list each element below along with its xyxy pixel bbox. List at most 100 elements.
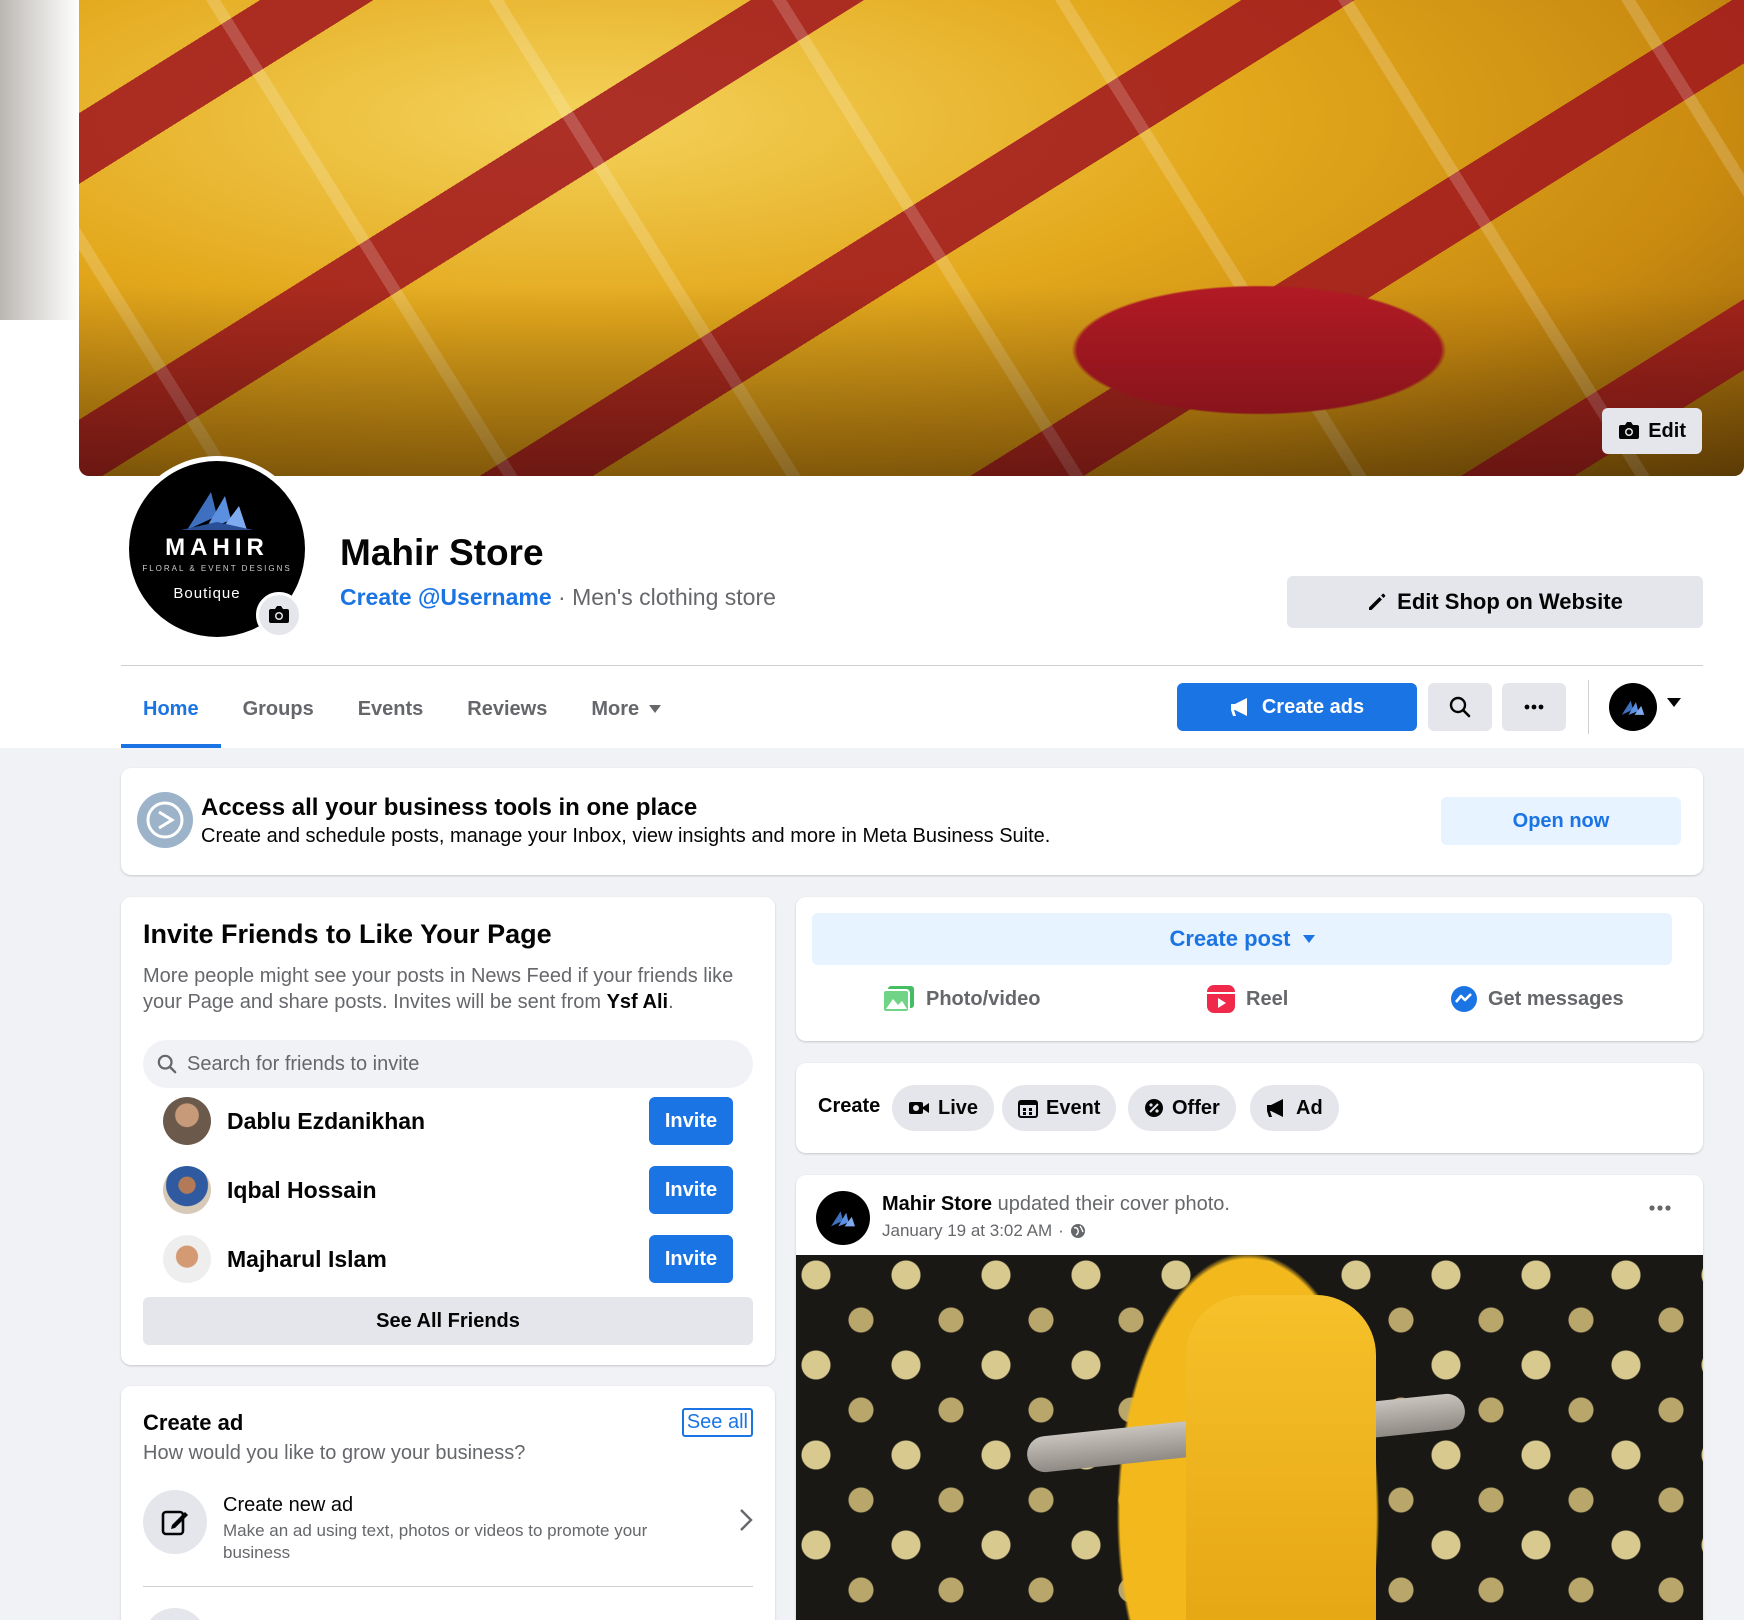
- create-ad-card: Create ad See all How would you like to …: [121, 1386, 775, 1620]
- post-action: updated their cover photo.: [992, 1193, 1230, 1215]
- page-tabs: Home Groups Events Reviews More: [121, 670, 683, 748]
- page-switcher-avatar[interactable]: [1609, 683, 1657, 731]
- ad-chip[interactable]: Ad: [1250, 1085, 1339, 1131]
- tab-events[interactable]: Events: [336, 670, 446, 748]
- create-actions-card: Create Live Event Offer Ad: [796, 1063, 1703, 1153]
- tab-label: Reviews: [467, 697, 548, 720]
- post-timestamp[interactable]: January 19 at 3:02 AM: [882, 1221, 1052, 1241]
- page-subtitle: Create @Username · Men's clothing store: [340, 584, 776, 611]
- messenger-icon: [1451, 986, 1477, 1012]
- friend-search-input[interactable]: Search for friends to invite: [143, 1040, 753, 1088]
- search-button[interactable]: [1428, 683, 1492, 731]
- post-photo[interactable]: [796, 1255, 1703, 1620]
- option-label: Reel: [1246, 987, 1289, 1010]
- friend-name[interactable]: Iqbal Hossain: [227, 1177, 649, 1204]
- banner-description: Create and schedule posts, manage your I…: [201, 825, 1051, 847]
- caret-down-icon: [649, 705, 662, 713]
- cover-update-post: Mahir Store updated their cover photo. J…: [796, 1175, 1703, 1620]
- logo-word: MAHIR: [165, 534, 269, 561]
- left-gutter: [0, 0, 80, 320]
- see-all-link[interactable]: See all: [681, 1408, 753, 1437]
- invite-button[interactable]: Invite: [649, 1235, 733, 1283]
- edit-cover-label: Edit: [1648, 419, 1686, 442]
- post-header: Mahir Store updated their cover photo.: [882, 1193, 1230, 1216]
- offer-chip[interactable]: Offer: [1128, 1085, 1236, 1131]
- logo-mark: [831, 1211, 855, 1227]
- invite-card-title: Invite Friends to Like Your Page: [143, 919, 552, 949]
- friend-search-placeholder: Search for friends to invite: [187, 1052, 420, 1075]
- event-chip[interactable]: Event: [1002, 1085, 1117, 1131]
- create-ads-button[interactable]: Create ads: [1177, 683, 1417, 731]
- next-ad-option-icon[interactable]: [143, 1608, 207, 1620]
- get-messages-option[interactable]: Get messages: [1450, 979, 1624, 1019]
- camera-icon: [269, 606, 289, 623]
- tab-groups[interactable]: Groups: [221, 670, 336, 748]
- post-meta-separator: ·: [1058, 1221, 1064, 1240]
- create-ad-subtitle: How would you like to grow your business…: [143, 1442, 526, 1464]
- ad-item-divider: [143, 1586, 753, 1587]
- chevron-right-icon[interactable]: [739, 1508, 753, 1532]
- create-new-ad-description: Make an ad using text, photos or videos …: [223, 1521, 648, 1562]
- globe-icon[interactable]: [1070, 1223, 1086, 1239]
- friend-row: Majharul Islam Invite: [143, 1231, 753, 1287]
- caret-down-icon: [1302, 935, 1315, 943]
- tab-label: Home: [143, 697, 199, 720]
- post-author[interactable]: Mahir Store: [882, 1193, 992, 1215]
- create-new-ad-title[interactable]: Create new ad: [223, 1494, 353, 1517]
- page-category[interactable]: Men's clothing store: [572, 584, 776, 610]
- ellipsis-icon: [1524, 704, 1544, 710]
- new-ad-icon-wrap[interactable]: [143, 1490, 207, 1554]
- create-post-card: Create post Photo/video Reel Get message…: [796, 897, 1703, 1041]
- tab-reviews[interactable]: Reviews: [445, 670, 569, 748]
- more-options-button[interactable]: [1502, 683, 1566, 731]
- toolbar-separator: [1588, 680, 1589, 734]
- create-post-label: Create post: [1169, 926, 1291, 951]
- open-now-button[interactable]: Open now: [1441, 797, 1681, 845]
- edit-shop-button[interactable]: Edit Shop on Website: [1287, 576, 1703, 628]
- search-icon: [1449, 696, 1471, 718]
- create-post-button[interactable]: Create post: [812, 913, 1672, 965]
- friend-avatar[interactable]: [163, 1166, 211, 1214]
- subtitle-separator: ·: [551, 584, 573, 610]
- post-meta: January 19 at 3:02 AM ·: [882, 1221, 1086, 1241]
- logo-sub: Boutique: [173, 585, 241, 602]
- create-label: Create: [818, 1095, 881, 1117]
- post-options-button[interactable]: [1649, 1205, 1671, 1211]
- post-author-avatar[interactable]: [816, 1191, 870, 1245]
- cover-photo[interactable]: [79, 0, 1744, 476]
- page-switcher-caret[interactable]: [1667, 698, 1681, 707]
- update-profile-picture-button[interactable]: [256, 592, 302, 638]
- chip-label: Offer: [1172, 1096, 1220, 1119]
- chip-label: Ad: [1296, 1096, 1323, 1119]
- business-suite-icon: [137, 792, 193, 848]
- offer-badge-icon: [1145, 1099, 1163, 1117]
- photo-video-option[interactable]: Photo/video: [882, 979, 1040, 1019]
- live-chip[interactable]: Live: [892, 1085, 995, 1131]
- video-camera-icon: [909, 1102, 929, 1114]
- reel-icon: [1207, 985, 1235, 1013]
- camera-icon: [1619, 422, 1640, 439]
- invite-card-description: More people might see your posts in News…: [143, 963, 753, 1015]
- friend-name[interactable]: Dablu Ezdanikhan: [227, 1108, 649, 1135]
- page-title: Mahir Store: [340, 532, 544, 573]
- caret-down-icon: [1667, 698, 1681, 707]
- friend-avatar[interactable]: [163, 1097, 211, 1145]
- invite-button[interactable]: Invite: [649, 1166, 733, 1214]
- invite-button[interactable]: Invite: [649, 1097, 733, 1145]
- see-all-friends-button[interactable]: See All Friends: [143, 1297, 753, 1345]
- chip-label: Event: [1046, 1096, 1101, 1119]
- logo-mark: [1621, 700, 1645, 715]
- friend-row: Dablu Ezdanikhan Invite: [143, 1093, 753, 1149]
- reel-option[interactable]: Reel: [1206, 979, 1288, 1019]
- tab-label: Events: [357, 697, 424, 720]
- friend-name[interactable]: Majharul Islam: [227, 1246, 649, 1273]
- business-suite-banner: Access all your business tools in one pl…: [121, 768, 1703, 875]
- edit-cover-button[interactable]: Edit: [1602, 408, 1702, 454]
- tab-home[interactable]: Home: [121, 670, 221, 748]
- invite-sender: Ysf Ali: [606, 991, 669, 1013]
- create-username-link[interactable]: Create @Username: [340, 584, 552, 610]
- friend-avatar[interactable]: [163, 1235, 211, 1283]
- edit-shop-label: Edit Shop on Website: [1397, 589, 1623, 614]
- tab-more[interactable]: More: [569, 670, 683, 748]
- photo-icon: [882, 986, 914, 1013]
